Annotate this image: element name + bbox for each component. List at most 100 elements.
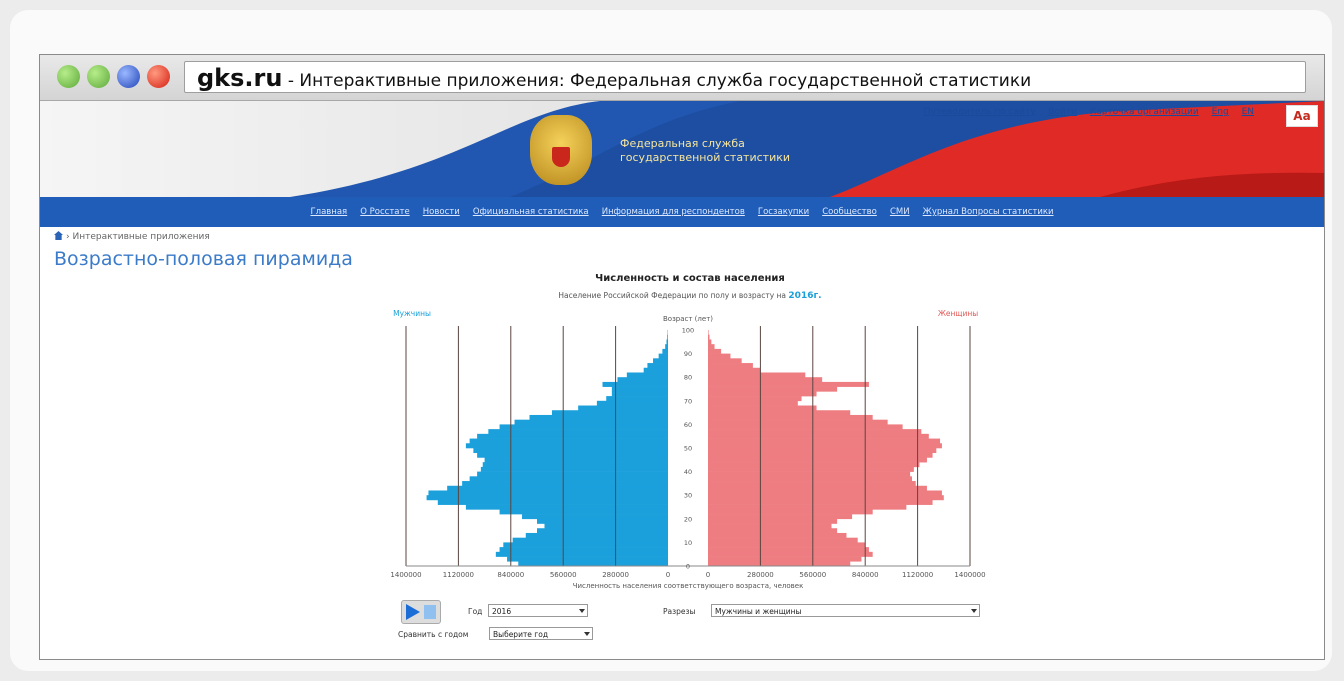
male-bar-age-58 [499,424,668,430]
chevron-down-icon [584,632,590,636]
female-bar-age-80 [708,372,806,378]
female-bar-age-56 [708,429,922,435]
male-bar-age-56 [488,429,668,435]
female-bar-age-96 [708,334,710,340]
age-tick-20: 20 [684,515,692,523]
legend-male: Мужчины [393,309,431,318]
female-bar-age-74 [708,386,838,392]
female-bar-age-36 [708,476,912,482]
chevron-down-icon [579,609,585,613]
male-bar-age-40 [480,466,668,472]
female-bar-age-52 [708,438,941,444]
male-bar-age-26 [437,499,668,505]
female-bar-age-60 [708,419,888,425]
female-bar-age-14 [708,528,838,534]
female-bar-age-34 [708,481,916,487]
breakdown-select-value: Мужчины и женщины [715,607,802,616]
male-bar-age-10 [512,537,668,543]
compare-label: Сравнить с годом [398,630,469,639]
female-bar-age-50 [708,443,942,449]
female-bar-age-30 [708,490,942,496]
female-bar-age-54 [708,433,929,439]
female-bar-age-90 [708,348,722,354]
male-bar-age-64 [551,410,668,416]
x-tick-right-4: 1120000 [902,571,933,579]
female-bar-age-64 [708,410,851,416]
breakdown-select[interactable]: Мужчины и женщины [711,604,980,617]
female-bar-age-46 [708,452,933,458]
female-bar-age-44 [708,457,927,463]
age-tick-10: 10 [684,539,692,547]
age-tick-90: 90 [684,350,692,358]
male-bar-age-84 [647,363,668,369]
male-bar-age-32 [447,485,668,491]
female-bar-age-72 [708,391,817,397]
y-axis-label: Возраст (лет) [663,315,713,323]
compare-year-select[interactable]: Выберите год [489,627,593,640]
female-bar-age-58 [708,424,903,430]
female-bar-age-20 [708,514,853,520]
female-bar-age-66 [708,405,817,411]
male-bar-age-44 [484,457,668,463]
male-bar-age-6 [499,547,668,553]
female-bar-age-48 [708,448,937,454]
year-label: Год [468,607,483,616]
x-tick-right-0: 0 [706,571,710,579]
pause-icon[interactable] [424,605,436,619]
female-bar-age-28 [708,495,944,501]
compare-select-value: Выберите год [493,630,549,639]
female-bar-age-24 [708,504,907,510]
male-bar-age-74 [611,386,668,392]
female-bar-age-38 [708,471,911,477]
male-bar-age-46 [477,452,668,458]
female-bar-age-82 [708,367,761,373]
male-bar-age-4 [495,551,668,557]
male-bar-age-12 [525,532,668,538]
male-bar-age-52 [469,438,668,444]
female-bar-age-78 [708,377,823,383]
x-tick-left-5: 0 [666,571,670,579]
x-tick-left-3: 560000 [550,571,577,579]
female-bar-age-40 [708,466,914,472]
age-tick-50: 50 [684,445,692,453]
age-tick-60: 60 [684,421,692,429]
male-bar-age-2 [507,556,668,562]
male-bar-age-60 [514,419,668,425]
female-bar-age-70 [708,396,802,402]
female-bar-age-98 [708,330,709,336]
male-bar-age-62 [529,414,668,420]
age-tick-70: 70 [684,397,692,405]
chevron-down-icon [971,609,977,613]
x-tick-right-2: 560000 [799,571,826,579]
male-bar-age-8 [503,542,668,548]
population-pyramid-chart: 1400000 1120000 840000 560000 280000 0 0 280000… [390,309,985,590]
male-bar-age-28 [426,495,668,501]
male-bar-age-30 [428,490,668,496]
x-tick-left-2: 840000 [497,571,524,579]
male-bar-age-22 [499,509,668,515]
female-bar-age-2 [708,556,862,562]
x-axis-label: Численность населения соответствующего в… [573,582,804,590]
female-bar-age-94 [708,339,712,345]
legend-female: Женщины [938,309,978,318]
age-tick-100: 100 [682,327,694,335]
browser-window: gks.ru - Интерактивные приложения: Федер… [39,54,1325,660]
female-bar-age-4 [708,551,873,557]
female-bar-age-12 [708,532,847,538]
male-bar-age-34 [462,481,668,487]
male-bar-age-78 [617,377,668,383]
male-bar-age-24 [465,504,668,510]
x-tick-left-1: 1120000 [443,571,474,579]
female-bar-age-26 [708,499,933,505]
male-bar-age-80 [626,372,668,378]
male-bar-age-20 [522,514,668,520]
female-bar-age-6 [708,547,869,553]
x-tick-right-3: 840000 [852,571,879,579]
female-bar-age-84 [708,363,753,369]
female-bar-age-8 [708,542,866,548]
year-select[interactable]: 2016 [488,604,588,617]
x-tick-left-0: 1400000 [390,571,421,579]
play-pause-control[interactable] [401,600,441,624]
male-bar-age-38 [477,471,668,477]
play-icon[interactable] [406,604,420,620]
